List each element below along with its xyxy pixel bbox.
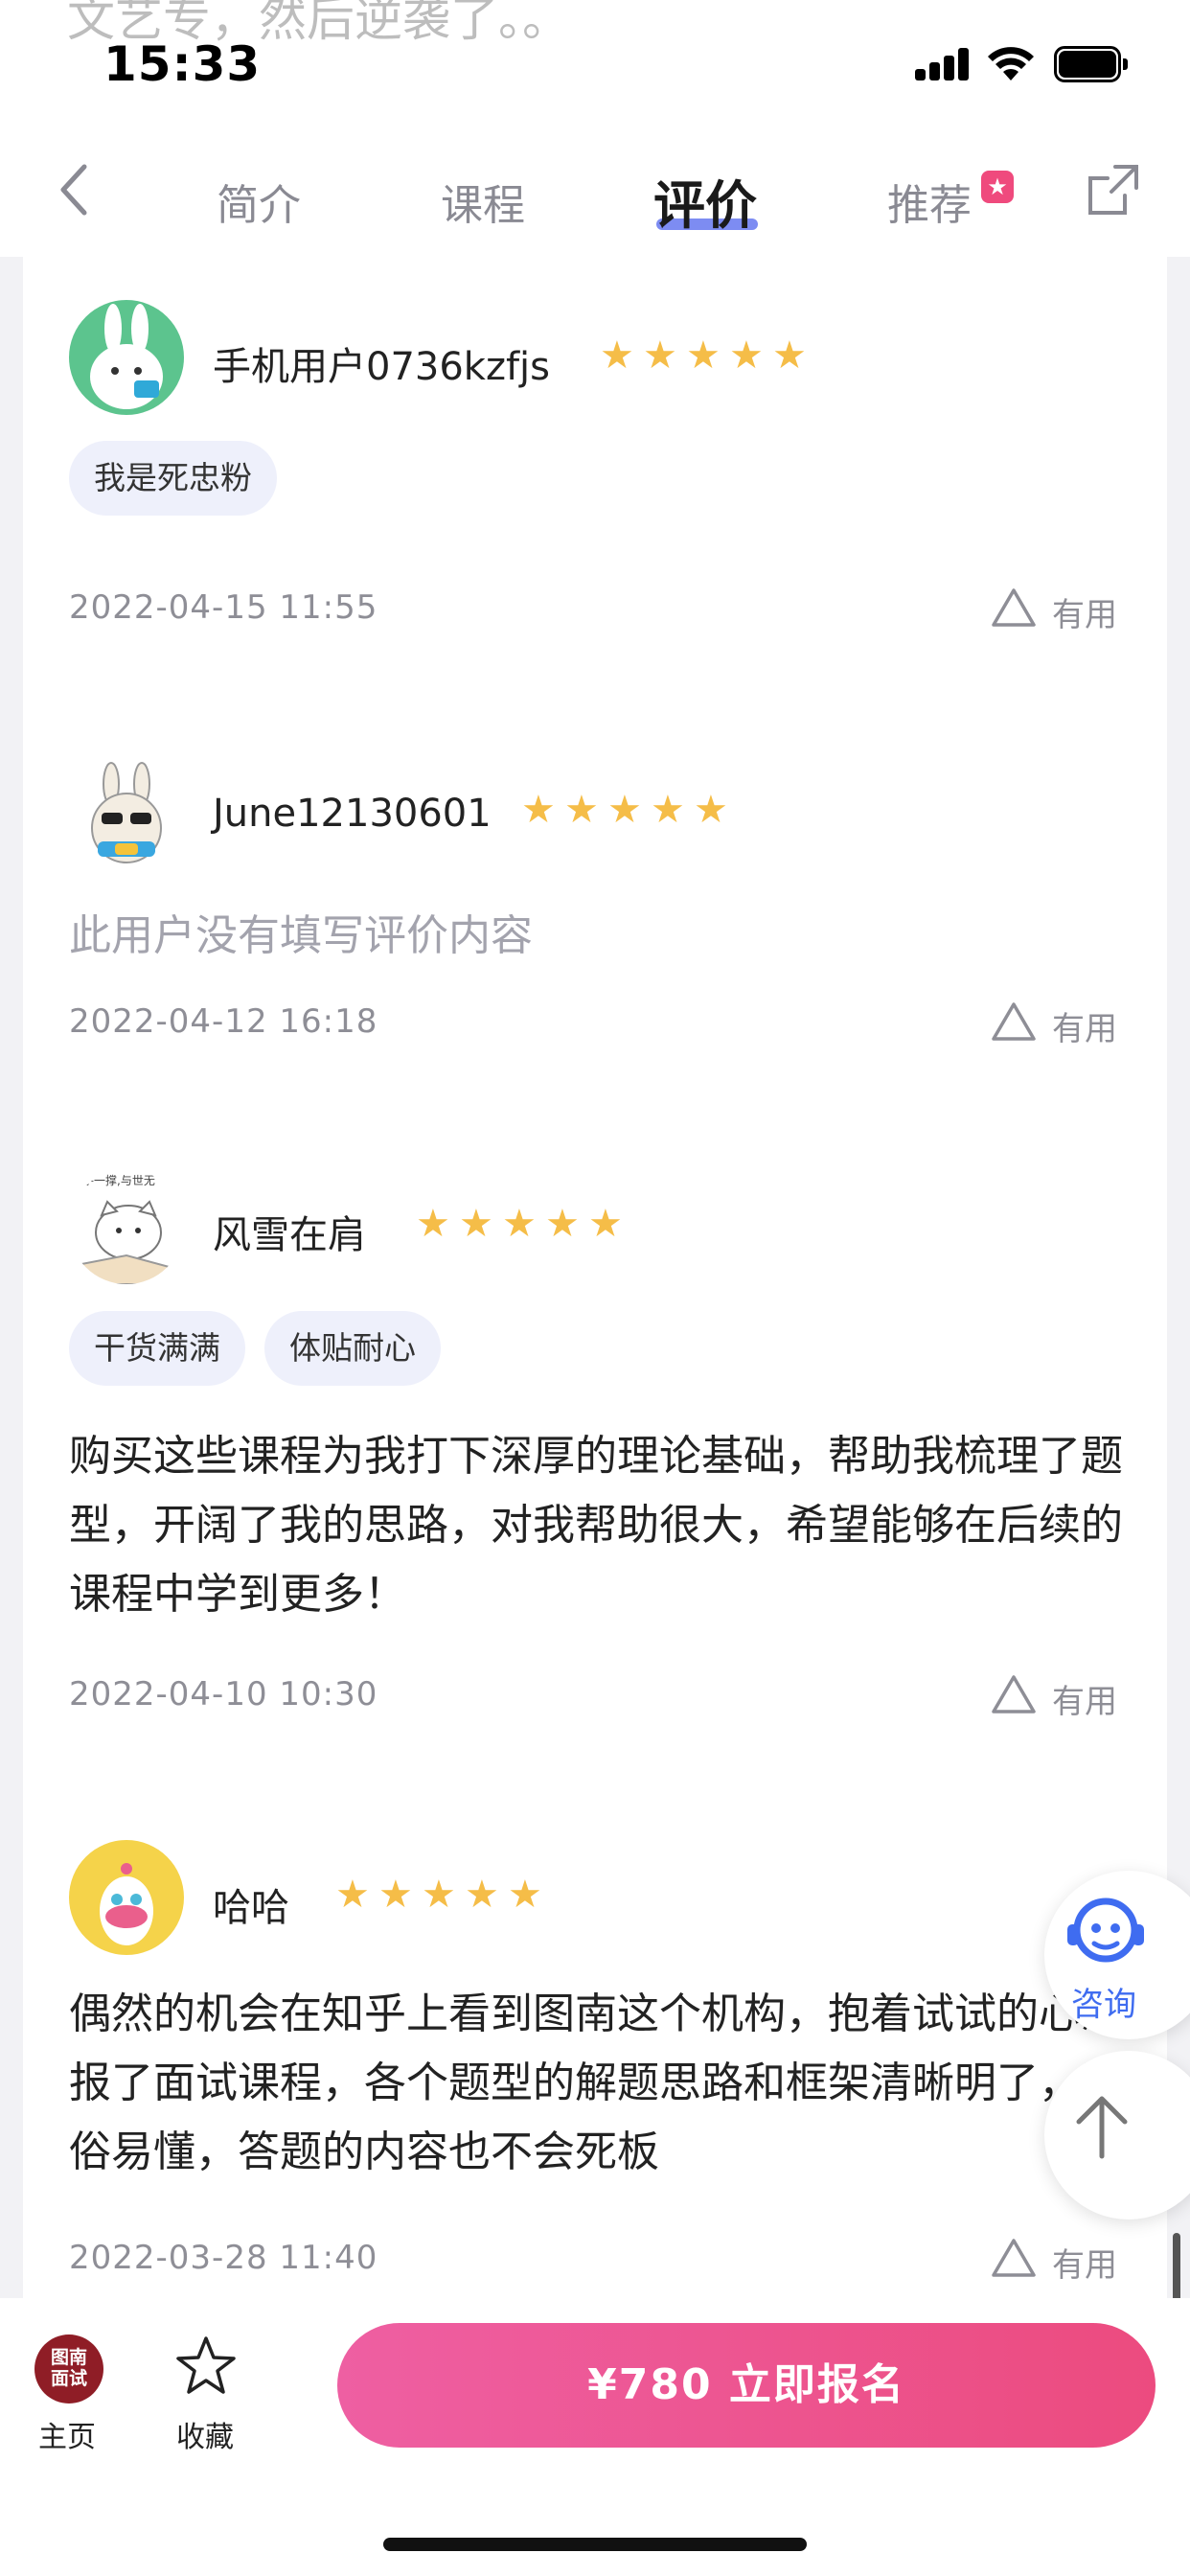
svg-text:手一撑,与世无: 手一撑,与世无: [82, 1173, 155, 1187]
rating-stars: ★ ★ ★ ★ ★: [335, 1873, 551, 1917]
avatar[interactable]: 手一撑,与世无: [69, 1169, 184, 1284]
avatar[interactable]: [69, 300, 184, 415]
rating-stars: ★ ★ ★ ★ ★: [416, 1202, 631, 1246]
review-empty-text: 此用户没有填写评价内容: [69, 911, 533, 960]
tab-course[interactable]: 课程: [441, 171, 525, 232]
star-icon: ★: [600, 334, 634, 378]
star-icon: ★: [545, 1202, 580, 1246]
star-icon: ★: [508, 1873, 542, 1917]
avatar[interactable]: [69, 1840, 184, 1955]
review-username: 风雪在肩: [213, 1213, 366, 1257]
star-icon: ★: [564, 788, 599, 832]
star-icon: ★: [729, 334, 764, 378]
star-icon: ★: [643, 334, 677, 378]
status-time: 15:33: [103, 36, 262, 92]
review-tags: 我是死忠粉: [69, 441, 296, 516]
review-date: 2022-03-28 11:40: [69, 2239, 378, 2277]
rating-stars: ★ ★ ★ ★ ★: [600, 334, 815, 378]
star-icon: ★: [416, 1202, 450, 1246]
arrow-up-icon: [1076, 2096, 1128, 2159]
triangle-icon: [992, 1675, 1036, 1714]
star-icon: ★: [465, 1873, 499, 1917]
bunny-avatar-icon: [90, 304, 163, 409]
star-icon: ★: [422, 1873, 456, 1917]
review-username: 哈哈: [213, 1886, 289, 1930]
tab-reviews[interactable]: 评价: [653, 163, 757, 239]
avatar[interactable]: [69, 757, 184, 872]
triangle-icon: [992, 2239, 1036, 2277]
star-icon: ★: [607, 788, 642, 832]
top-navigation: 简介 课程 评价 推荐 ★: [0, 134, 1190, 257]
cellular-signal-icon: [915, 48, 971, 80]
star-icon: ★: [335, 1873, 370, 1917]
review-username: June12130601: [213, 792, 492, 836]
tab-intro[interactable]: 简介: [217, 171, 301, 232]
cat-avatar-icon: 手一撑,与世无: [76, 1173, 177, 1284]
customer-service-icon: [1067, 1898, 1144, 1963]
review-username: 手机用户0736kzfjs: [213, 345, 550, 389]
back-arrow-icon[interactable]: [54, 161, 92, 218]
star-icon: ★: [502, 1202, 537, 1246]
review-text: 购买这些课程为我打下深厚的理论基础，帮助我梳理了题型，开阔了我的思路，对我帮助很…: [69, 1432, 1123, 1619]
review-tag: 体贴耐心: [264, 1311, 441, 1386]
yellow-cartoon-avatar-icon: [100, 1863, 153, 1945]
tab-recommend[interactable]: 推荐: [887, 171, 972, 232]
review-date: 2022-04-12 16:18: [69, 1002, 378, 1041]
battery-icon: [1054, 46, 1128, 82]
review-date: 2022-04-10 10:30: [69, 1675, 378, 1714]
star-icon: ★: [378, 1873, 413, 1917]
star-outline-icon[interactable]: [172, 2333, 240, 2400]
triangle-icon: [992, 588, 1036, 627]
useful-label: 有用: [1052, 1683, 1117, 1721]
useful-label: 有用: [1052, 1010, 1117, 1048]
status-bar: 文艺专，然后逆袭了。。 15:33: [0, 0, 1190, 134]
review-text: 偶然的机会在知乎上看到图南这个机构，抱着试试的心态报了面试课程，各个题型的解题思…: [69, 1990, 1123, 2176]
review-tag: 干货满满: [69, 1311, 245, 1386]
favorite-label[interactable]: 收藏: [176, 2413, 234, 2455]
enroll-button[interactable]: ¥780 立即报名: [337, 2323, 1156, 2448]
rating-stars: ★ ★ ★ ★ ★: [521, 788, 737, 832]
wifi-icon: [988, 47, 1034, 80]
share-icon[interactable]: [1087, 163, 1140, 217]
useful-label: 有用: [1052, 596, 1117, 634]
home-indicator: [383, 2538, 807, 2551]
home-logo-text: 图南面试: [50, 2347, 87, 2389]
review-tags: 干货满满 体贴耐心: [69, 1311, 460, 1386]
home-logo-icon[interactable]: 图南面试: [34, 2334, 103, 2404]
review-tag: 我是死忠粉: [69, 441, 277, 516]
star-icon: ★: [694, 788, 728, 832]
useful-label: 有用: [1052, 2246, 1117, 2285]
star-icon: ★: [651, 788, 685, 832]
consult-label: 咨询: [1071, 1986, 1136, 2024]
star-icon: ★: [686, 334, 721, 378]
home-label[interactable]: 主页: [38, 2413, 96, 2455]
star-icon: ★: [459, 1202, 493, 1246]
sunglasses-bunny-avatar-icon: [91, 762, 162, 863]
review-date: 2022-04-15 11:55: [69, 588, 378, 627]
recommend-badge-icon: ★: [981, 171, 1014, 203]
bottom-action-bar: 图南面试 主页 收藏 ¥780 立即报名: [0, 2298, 1190, 2576]
star-icon: ★: [521, 788, 556, 832]
star-icon: ★: [588, 1202, 623, 1246]
star-icon: ★: [772, 334, 807, 378]
triangle-icon: [992, 1002, 1036, 1041]
reviews-list: 手机用户0736kzfjs ★ ★ ★ ★ ★ 我是死忠粉 2022-04-15 11:…: [23, 257, 1167, 2298]
